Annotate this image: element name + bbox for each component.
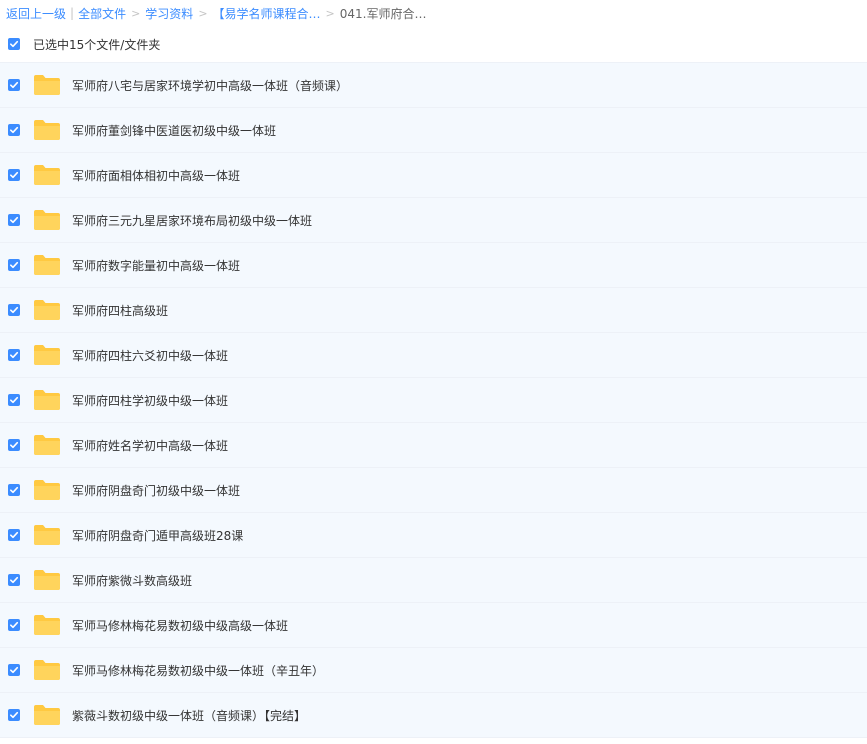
checkmark-icon	[10, 666, 19, 674]
breadcrumb-level1-link[interactable]: 学习资料	[145, 5, 193, 22]
file-name-link[interactable]: 军师府阴盘奇门初级中级一体班	[72, 482, 240, 499]
file-name-link[interactable]: 军师府阴盘奇门遁甲高级班28课	[72, 527, 243, 544]
checkmark-icon	[10, 216, 19, 224]
file-name-link[interactable]: 军师府姓名学初中高级一体班	[72, 437, 228, 454]
checkmark-icon	[10, 261, 19, 269]
breadcrumb-divider: |	[70, 6, 75, 20]
file-row[interactable]: 军师府四柱六爻初中级一体班	[0, 332, 867, 377]
folder-icon	[34, 525, 60, 545]
breadcrumb-level2-link[interactable]: 【易学名师课程合…	[213, 5, 321, 22]
breadcrumb: 返回上一级 | 全部文件 > 学习资料 > 【易学名师课程合… > 041.军师…	[0, 0, 867, 26]
checkmark-icon	[10, 306, 19, 314]
breadcrumb-back-link[interactable]: 返回上一级	[6, 5, 66, 22]
file-row[interactable]: 紫薇斗数初级中级一体班（音频课）【完结】	[0, 692, 867, 738]
file-row[interactable]: 军师府四柱学初级中级一体班	[0, 377, 867, 422]
file-row[interactable]: 军师府阴盘奇门初级中级一体班	[0, 467, 867, 512]
row-checkbox[interactable]	[8, 439, 20, 451]
folder-icon	[34, 390, 60, 410]
row-checkbox[interactable]	[8, 484, 20, 496]
checkmark-icon	[10, 81, 19, 89]
row-checkbox[interactable]	[8, 214, 20, 226]
file-row[interactable]: 军师府紫微斗数高级班	[0, 557, 867, 602]
row-checkbox[interactable]	[8, 529, 20, 541]
file-row[interactable]: 军师马修林梅花易数初级中级高级一体班	[0, 602, 867, 647]
folder-icon	[34, 480, 60, 500]
file-name-link[interactable]: 紫薇斗数初级中级一体班（音频课）【完结】	[72, 707, 306, 724]
checkmark-icon	[10, 486, 19, 494]
checkmark-icon	[10, 171, 19, 179]
file-name-link[interactable]: 军师府四柱高级班	[72, 302, 168, 319]
breadcrumb-current: 041.军师府合…	[339, 6, 427, 21]
checkmark-icon	[10, 576, 19, 584]
file-name-link[interactable]: 军师马修林梅花易数初级中级一体班（辛丑年）	[72, 662, 324, 679]
file-row[interactable]: 军师府面相体相初中高级一体班	[0, 152, 867, 197]
row-checkbox[interactable]	[8, 259, 20, 271]
folder-icon	[34, 300, 60, 320]
file-name-link[interactable]: 军师府紫微斗数高级班	[72, 572, 192, 589]
checkmark-icon	[10, 531, 19, 539]
file-row[interactable]: 军师府数字能量初中高级一体班	[0, 242, 867, 287]
file-list: 军师府八宅与居家环境学初中高级一体班（音频课） 军师府董剑锋中医道医初级中级一体…	[0, 62, 867, 738]
row-checkbox[interactable]	[8, 169, 20, 181]
folder-icon	[34, 75, 60, 95]
file-row[interactable]: 军师府阴盘奇门遁甲高级班28课	[0, 512, 867, 557]
selection-count: 已选中15个文件/文件夹	[33, 37, 161, 52]
file-name-link[interactable]: 军师府四柱六爻初中级一体班	[72, 347, 228, 364]
file-name-link[interactable]: 军师马修林梅花易数初级中级高级一体班	[72, 617, 288, 634]
folder-icon	[34, 570, 60, 590]
row-checkbox[interactable]	[8, 664, 20, 676]
select-all-checkbox[interactable]	[8, 38, 20, 50]
file-name-link[interactable]: 军师府数字能量初中高级一体班	[72, 257, 240, 274]
folder-icon	[34, 660, 60, 680]
row-checkbox[interactable]	[8, 79, 20, 91]
file-name-link[interactable]: 军师府三元九星居家环境布局初级中级一体班	[72, 212, 312, 229]
breadcrumb-chevron-icon: >	[325, 6, 335, 20]
checkmark-icon	[10, 396, 19, 404]
file-name-link[interactable]: 军师府面相体相初中高级一体班	[72, 167, 240, 184]
checkmark-icon	[10, 711, 19, 719]
breadcrumb-all-files-link[interactable]: 全部文件	[78, 5, 126, 22]
file-name-link[interactable]: 军师府四柱学初级中级一体班	[72, 392, 228, 409]
breadcrumb-chevron-icon: >	[198, 6, 208, 20]
checkmark-icon	[10, 621, 19, 629]
checkmark-icon	[10, 351, 19, 359]
folder-icon	[34, 210, 60, 230]
row-checkbox[interactable]	[8, 394, 20, 406]
breadcrumb-chevron-icon: >	[131, 6, 141, 20]
file-name-link[interactable]: 军师府董剑锋中医道医初级中级一体班	[72, 122, 276, 139]
file-row[interactable]: 军师府三元九星居家环境布局初级中级一体班	[0, 197, 867, 242]
folder-icon	[34, 255, 60, 275]
checkmark-icon	[10, 441, 19, 449]
checkmark-icon	[10, 126, 19, 134]
file-row[interactable]: 军师府董剑锋中医道医初级中级一体班	[0, 107, 867, 152]
file-row[interactable]: 军师府姓名学初中高级一体班	[0, 422, 867, 467]
file-row[interactable]: 军师府八宅与居家环境学初中高级一体班（音频课）	[0, 62, 867, 107]
file-row[interactable]: 军师府四柱高级班	[0, 287, 867, 332]
row-checkbox[interactable]	[8, 709, 20, 721]
folder-icon	[34, 165, 60, 185]
row-checkbox[interactable]	[8, 349, 20, 361]
file-row[interactable]: 军师马修林梅花易数初级中级一体班（辛丑年）	[0, 647, 867, 692]
folder-icon	[34, 705, 60, 725]
folder-icon	[34, 120, 60, 140]
checkmark-icon	[10, 40, 19, 48]
folder-icon	[34, 345, 60, 365]
selection-bar: 已选中15个文件/文件夹	[0, 26, 867, 62]
file-name-link[interactable]: 军师府八宅与居家环境学初中高级一体班（音频课）	[72, 77, 348, 94]
row-checkbox[interactable]	[8, 124, 20, 136]
row-checkbox[interactable]	[8, 619, 20, 631]
folder-icon	[34, 615, 60, 635]
row-checkbox[interactable]	[8, 574, 20, 586]
row-checkbox[interactable]	[8, 304, 20, 316]
folder-icon	[34, 435, 60, 455]
